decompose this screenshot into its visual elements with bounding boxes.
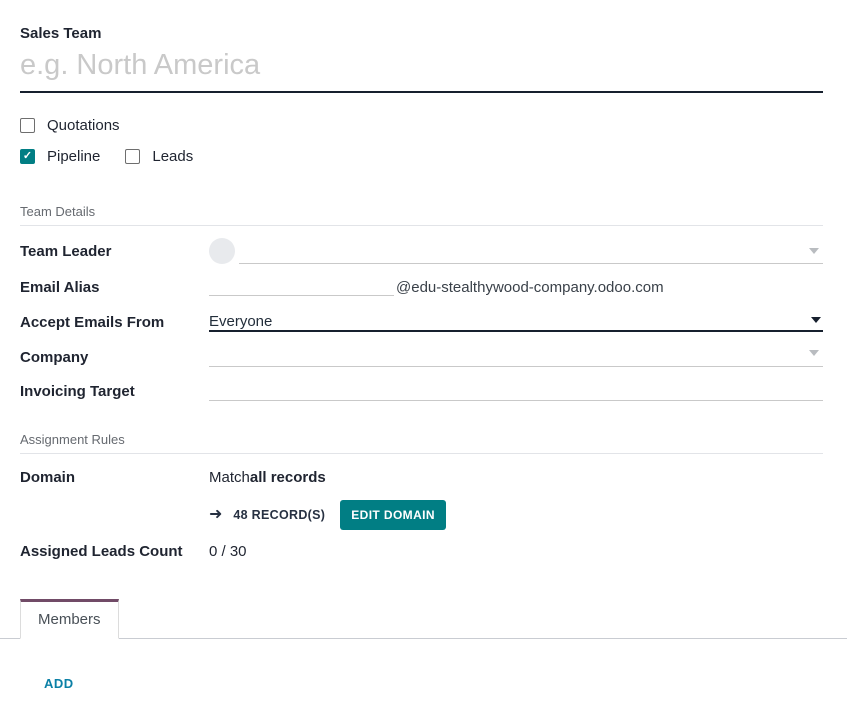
accept-emails-from-row: Accept Emails From Everyone xyxy=(20,309,823,335)
add-member-link[interactable]: ADD xyxy=(44,676,74,691)
pipeline-leads-row: Pipeline Leads xyxy=(20,146,823,166)
email-alias-row: Email Alias @edu-stealthywood-company.od… xyxy=(20,275,823,299)
email-alias-input[interactable] xyxy=(209,278,394,296)
team-leader-label: Team Leader xyxy=(20,243,209,260)
accept-emails-from-label: Accept Emails From xyxy=(20,314,209,331)
pipeline-label: Pipeline xyxy=(47,148,100,165)
domain-match-records: all records xyxy=(250,469,326,486)
company-label: Company xyxy=(20,349,209,366)
chevron-down-icon[interactable] xyxy=(809,350,819,356)
team-leader-input[interactable] xyxy=(239,238,823,264)
sales-team-field-label: Sales Team xyxy=(20,25,823,43)
email-alias-domain-suffix: @edu-stealthywood-company.odoo.com xyxy=(396,279,664,296)
domain-field: Match all records xyxy=(209,469,823,486)
leads-checkbox[interactable] xyxy=(125,149,140,164)
accept-emails-from-value: Everyone xyxy=(209,313,272,330)
quotations-row: Quotations xyxy=(20,115,823,135)
company-input[interactable] xyxy=(209,349,823,367)
leads-label: Leads xyxy=(152,148,193,165)
tab-bar: Members xyxy=(0,599,847,639)
records-count-link[interactable]: 48 RECORD(S) xyxy=(233,508,325,522)
chevron-down-icon[interactable] xyxy=(811,317,821,323)
tab-members[interactable]: Members xyxy=(20,599,119,639)
team-leader-row: Team Leader xyxy=(20,237,823,265)
sales-team-name-input[interactable] xyxy=(20,45,823,93)
pipeline-checkbox[interactable] xyxy=(20,149,35,164)
invoicing-target-field xyxy=(209,383,823,401)
arrow-right-icon: ➜ xyxy=(209,507,222,523)
quotations-label: Quotations xyxy=(47,117,120,134)
domain-row: Domain Match all records xyxy=(20,467,823,487)
accept-emails-from-select[interactable]: Everyone xyxy=(209,313,823,332)
team-leader-field xyxy=(209,238,823,264)
domain-label: Domain xyxy=(20,469,209,486)
notebook: Members ADD xyxy=(0,599,847,692)
invoicing-target-input[interactable] xyxy=(209,383,823,401)
assigned-leads-count-value: 0 / 30 xyxy=(209,543,247,560)
quotations-checkbox[interactable] xyxy=(20,118,35,133)
email-alias-label: Email Alias xyxy=(20,279,209,296)
domain-match-text: Match xyxy=(209,469,250,486)
accept-emails-from-field: Everyone xyxy=(209,313,823,332)
email-alias-field: @edu-stealthywood-company.odoo.com xyxy=(209,278,823,296)
assigned-leads-count-field: 0 / 30 xyxy=(209,543,823,560)
invoicing-target-row: Invoicing Target xyxy=(20,380,823,403)
company-row: Company xyxy=(20,345,823,370)
domain-records-row: ➜ 48 RECORD(S) EDIT DOMAIN xyxy=(209,500,823,530)
assignment-rules-section-title: Assignment Rules xyxy=(20,432,823,454)
invoicing-target-label: Invoicing Target xyxy=(20,383,209,400)
avatar-placeholder xyxy=(209,238,235,264)
chevron-down-icon[interactable] xyxy=(809,248,819,254)
assigned-leads-count-label: Assigned Leads Count xyxy=(20,543,209,560)
channel-checkbox-group: Quotations Pipeline Leads xyxy=(20,115,823,166)
company-field xyxy=(209,349,823,367)
sales-team-form: Sales Team Quotations Pipeline Leads Tea… xyxy=(0,0,847,561)
assigned-leads-count-row: Assigned Leads Count 0 / 30 xyxy=(20,541,823,561)
edit-domain-button[interactable]: EDIT DOMAIN xyxy=(340,500,446,530)
team-details-section-title: Team Details xyxy=(20,204,823,226)
